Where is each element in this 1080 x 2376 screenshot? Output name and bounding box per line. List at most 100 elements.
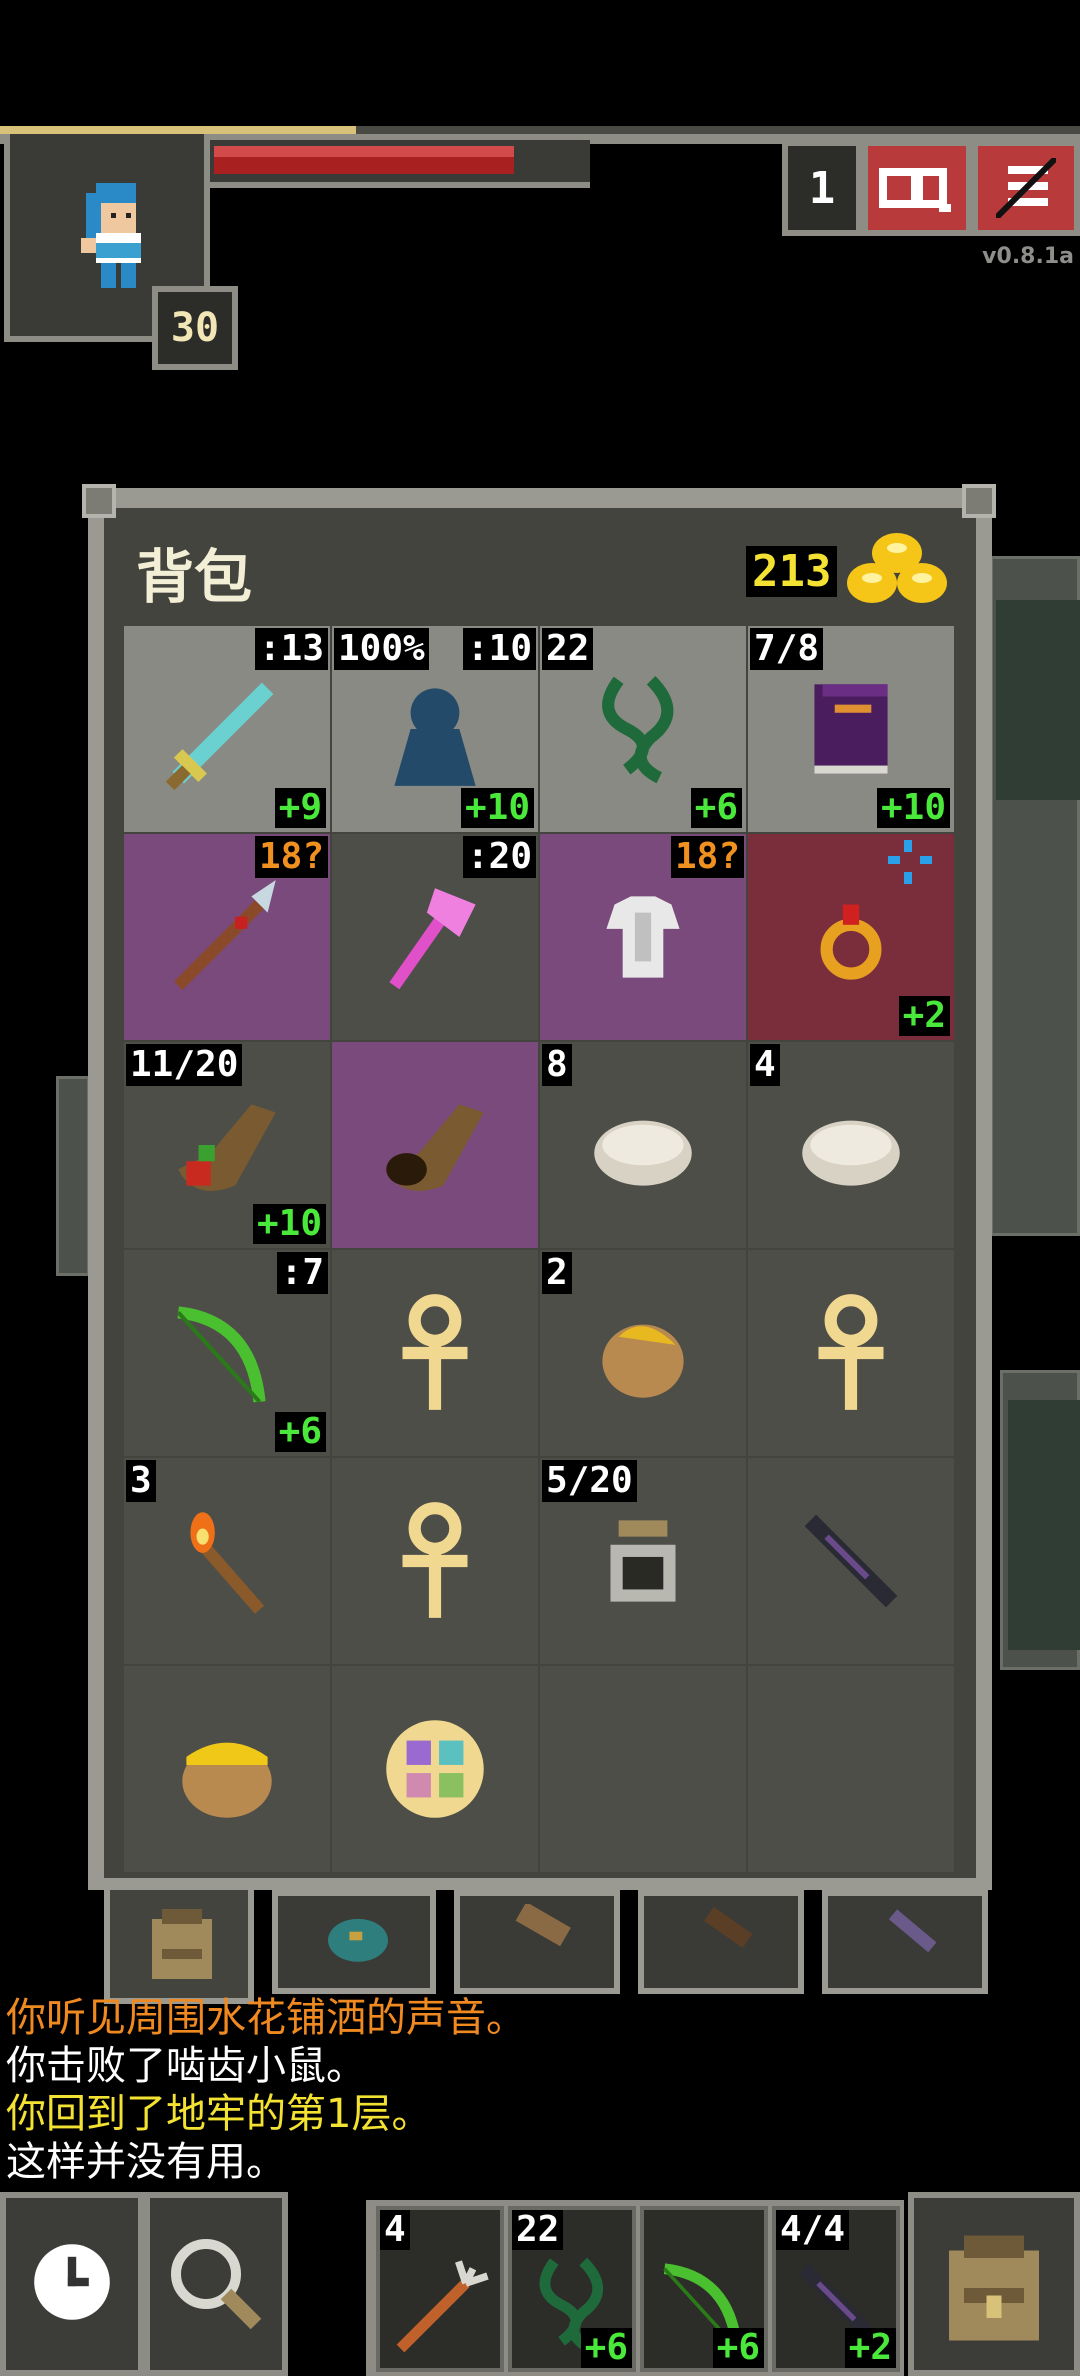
inventory-slot[interactable]: 18? bbox=[124, 834, 330, 1040]
ankh-icon bbox=[818, 1294, 884, 1410]
empty-horn-icon bbox=[386, 1104, 484, 1192]
inventory-slot[interactable] bbox=[748, 1250, 954, 1456]
rune-disc-icon bbox=[386, 1720, 484, 1818]
item-strength: :7 bbox=[276, 1252, 328, 1294]
cloak-icon bbox=[394, 688, 476, 786]
item-icon-wrapper bbox=[786, 1288, 916, 1418]
depth-indicator[interactable]: 1 bbox=[782, 140, 862, 236]
journal-icon bbox=[879, 168, 951, 212]
chain-whip-icon bbox=[602, 675, 674, 784]
item-icon-wrapper bbox=[162, 1080, 292, 1210]
item-strength: 18? bbox=[670, 836, 744, 878]
inventory-slot[interactable]: 4 bbox=[748, 1042, 954, 1248]
stone-icon bbox=[802, 1120, 900, 1186]
inventory-slot[interactable]: :20 bbox=[332, 834, 538, 1040]
dungeon-floor-right bbox=[996, 600, 1080, 800]
item-icon-wrapper bbox=[162, 1704, 292, 1834]
item-icon-wrapper bbox=[786, 1496, 916, 1626]
item-strength: :20 bbox=[462, 836, 536, 878]
item-icon-wrapper bbox=[786, 1080, 916, 1210]
window-corner bbox=[82, 484, 116, 518]
inventory-slot[interactable]: 100%:10 +10 bbox=[332, 626, 538, 832]
empty-inventory-slot[interactable] bbox=[748, 1666, 954, 1872]
inventory-slot[interactable]: 7/8 +10 bbox=[748, 626, 954, 832]
item-icon-wrapper bbox=[578, 664, 708, 794]
quickslot-upgrade-level: +2 bbox=[844, 2328, 896, 2368]
window-corner bbox=[962, 484, 996, 518]
tab-scroll-holder[interactable] bbox=[454, 1890, 620, 1994]
pink-axe-icon bbox=[389, 888, 476, 990]
item-strength: :13 bbox=[254, 628, 328, 670]
wait-button[interactable] bbox=[0, 2192, 144, 2376]
quickslot-quantity: 22 bbox=[512, 2210, 564, 2250]
item-quantity: 4 bbox=[750, 1044, 780, 1086]
empty-inventory-slot[interactable] bbox=[540, 1666, 746, 1872]
inventory-slot[interactable] bbox=[124, 1666, 330, 1872]
menu-icon bbox=[996, 158, 1056, 218]
log-line: 你回到了地牢的第1层。 bbox=[6, 2091, 432, 2137]
item-icon-wrapper bbox=[370, 1288, 500, 1418]
item-icon-wrapper bbox=[370, 664, 500, 794]
stone-icon bbox=[594, 1120, 692, 1186]
search-button[interactable] bbox=[144, 2192, 288, 2376]
item-upgrade-level: +6 bbox=[690, 788, 742, 828]
inventory-slot[interactable]: :7 +6 bbox=[124, 1250, 330, 1456]
scroll-holder-icon bbox=[515, 1904, 571, 1947]
wand-holder-icon bbox=[888, 1909, 937, 1953]
dungeon-floor-right-lower bbox=[1008, 1400, 1080, 1650]
ankh-icon bbox=[402, 1294, 468, 1410]
inventory-slot[interactable]: 8 bbox=[540, 1042, 746, 1248]
hero-level-badge: 30 bbox=[152, 286, 238, 370]
item-icon-wrapper bbox=[578, 872, 708, 1002]
inventory-button[interactable] bbox=[908, 2192, 1080, 2376]
inventory-slot[interactable]: 22 +6 bbox=[540, 626, 746, 832]
item-icon-wrapper bbox=[370, 872, 500, 1002]
quickslot-quantity: 4/4 bbox=[776, 2210, 850, 2250]
tab-pouch[interactable] bbox=[272, 1890, 436, 1994]
inventory-slot[interactable]: 18? bbox=[540, 834, 746, 1040]
quickslot-icon-wrapper bbox=[386, 2240, 502, 2370]
item-strength: :10 bbox=[462, 628, 536, 670]
inventory-slot[interactable] bbox=[748, 1458, 954, 1664]
inventory-slot[interactable]: 11/20 +10 bbox=[124, 1042, 330, 1248]
quickslot-upgrade-level: +6 bbox=[580, 2328, 632, 2368]
quickslot[interactable]: 4/4 +2 bbox=[772, 2206, 900, 2372]
inventory-slot[interactable]: 5/20 bbox=[540, 1458, 746, 1664]
item-quantity: 11/20 bbox=[126, 1044, 243, 1086]
tab-backpack[interactable] bbox=[104, 1884, 254, 2004]
item-icon-wrapper bbox=[786, 872, 916, 1002]
inventory-slot[interactable] bbox=[332, 1666, 538, 1872]
quickslot[interactable]: 4 bbox=[376, 2206, 504, 2372]
gold-count: 213 bbox=[746, 546, 838, 597]
spellbook-icon bbox=[814, 684, 888, 774]
item-strength: 18? bbox=[254, 836, 328, 878]
inventory-slot[interactable]: :13 +9 bbox=[124, 626, 330, 832]
menu-button[interactable] bbox=[972, 140, 1080, 236]
health-bar-fill bbox=[214, 146, 514, 174]
backpack-icon bbox=[949, 2235, 1039, 2341]
item-quantity: 7/8 bbox=[750, 628, 824, 670]
inventory-slot[interactable]: +2 bbox=[748, 834, 954, 1040]
quickslot[interactable]: +6 bbox=[640, 2206, 768, 2372]
inventory-slot[interactable] bbox=[332, 1250, 538, 1456]
item-icon-wrapper bbox=[578, 1496, 708, 1626]
inventory-slot[interactable]: 3 bbox=[124, 1458, 330, 1664]
tab-potion-bandolier[interactable] bbox=[822, 1890, 988, 1994]
inventory-slot[interactable]: 2 bbox=[540, 1250, 746, 1456]
item-icon-wrapper bbox=[162, 664, 292, 794]
bow-icon bbox=[176, 1306, 266, 1404]
journal-button[interactable] bbox=[862, 140, 972, 236]
item-upgrade-level: +10 bbox=[252, 1204, 326, 1244]
item-icon-wrapper bbox=[370, 1496, 500, 1626]
quickslot[interactable]: 22 +6 bbox=[508, 2206, 636, 2372]
tab-magical-holster[interactable] bbox=[638, 1890, 804, 1994]
quickslot-upgrade-level: +6 bbox=[712, 2328, 764, 2368]
item-icon-wrapper bbox=[578, 1080, 708, 1210]
backpack-icon bbox=[152, 1909, 212, 1979]
armor-icon bbox=[606, 896, 680, 978]
trident-icon bbox=[396, 2260, 489, 2353]
inventory-slot[interactable] bbox=[332, 1042, 538, 1248]
version-label: v0.8.1a bbox=[982, 244, 1074, 269]
item-upgrade-level: +9 bbox=[274, 788, 326, 828]
inventory-slot[interactable] bbox=[332, 1458, 538, 1664]
